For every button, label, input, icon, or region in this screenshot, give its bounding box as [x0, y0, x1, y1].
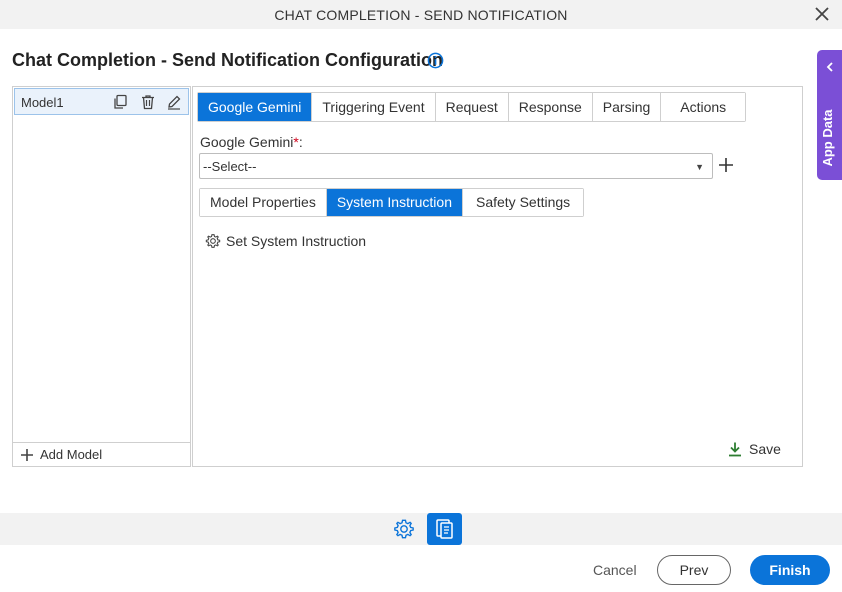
google-gemini-field-label: Google Gemini*: [200, 134, 303, 150]
app-data-tab[interactable]: App Data [817, 50, 842, 180]
edit-icon[interactable] [166, 94, 182, 110]
tab-parsing[interactable]: Parsing [592, 93, 662, 121]
copy-icon[interactable] [112, 94, 128, 110]
plus-icon [21, 448, 33, 461]
download-icon [729, 442, 741, 457]
cancel-button[interactable]: Cancel [593, 562, 637, 578]
subtab-system-instruction[interactable]: System Instruction [326, 189, 463, 216]
add-model-button[interactable]: Add Model [20, 447, 102, 462]
main-tabs: Google Gemini Triggering Event Request R… [197, 92, 747, 122]
model-list-item[interactable]: Model1 [14, 88, 189, 115]
bottom-toolbar [0, 513, 842, 545]
window-titlebar: CHAT COMPLETION - SEND NOTIFICATION [0, 0, 842, 29]
set-system-instruction-link[interactable]: Set System Instruction [205, 233, 366, 249]
models-footer: Add Model [13, 442, 190, 466]
tab-actions[interactable]: Actions [661, 93, 746, 121]
tab-triggering-event[interactable]: Triggering Event [312, 93, 436, 121]
subtab-safety-settings[interactable]: Safety Settings [462, 189, 584, 216]
finish-button[interactable]: Finish [750, 555, 830, 585]
delete-icon[interactable] [140, 94, 156, 110]
tab-response[interactable]: Response [508, 93, 593, 121]
close-icon[interactable] [812, 4, 832, 24]
field-label-text: Google Gemini [200, 134, 294, 150]
google-gemini-select[interactable]: --Select-- ▼ [199, 153, 713, 179]
tab-request[interactable]: Request [435, 93, 509, 121]
chevron-left-icon [826, 62, 833, 72]
save-button[interactable]: Save [727, 441, 781, 457]
set-system-instruction-label: Set System Instruction [226, 233, 367, 249]
save-label: Save [749, 441, 781, 457]
model-name: Model1 [21, 95, 64, 110]
document-view-button[interactable] [427, 513, 462, 545]
prev-button[interactable]: Prev [657, 555, 731, 585]
settings-gear-icon[interactable] [393, 518, 415, 540]
document-icon [436, 519, 453, 539]
models-panel: Model1 Add Model [12, 86, 191, 467]
add-model-label: Add Model [40, 447, 103, 462]
window-title: CHAT COMPLETION - SEND NOTIFICATION [274, 7, 568, 23]
select-value: --Select-- [203, 159, 257, 174]
sub-tabs: Model Properties System Instruction Safe… [199, 188, 585, 217]
dropdown-arrow-icon: ▼ [695, 162, 704, 172]
subtab-model-properties[interactable]: Model Properties [200, 189, 327, 216]
app-data-label: App Data [820, 109, 835, 167]
add-connection-plus-icon[interactable] [718, 157, 734, 173]
gear-icon [205, 234, 221, 248]
page-title: Chat Completion - Send Notification Conf… [12, 50, 443, 70]
tab-google-gemini[interactable]: Google Gemini [198, 93, 313, 121]
info-icon[interactable] [427, 52, 444, 69]
field-label-suffix: : [298, 134, 303, 150]
